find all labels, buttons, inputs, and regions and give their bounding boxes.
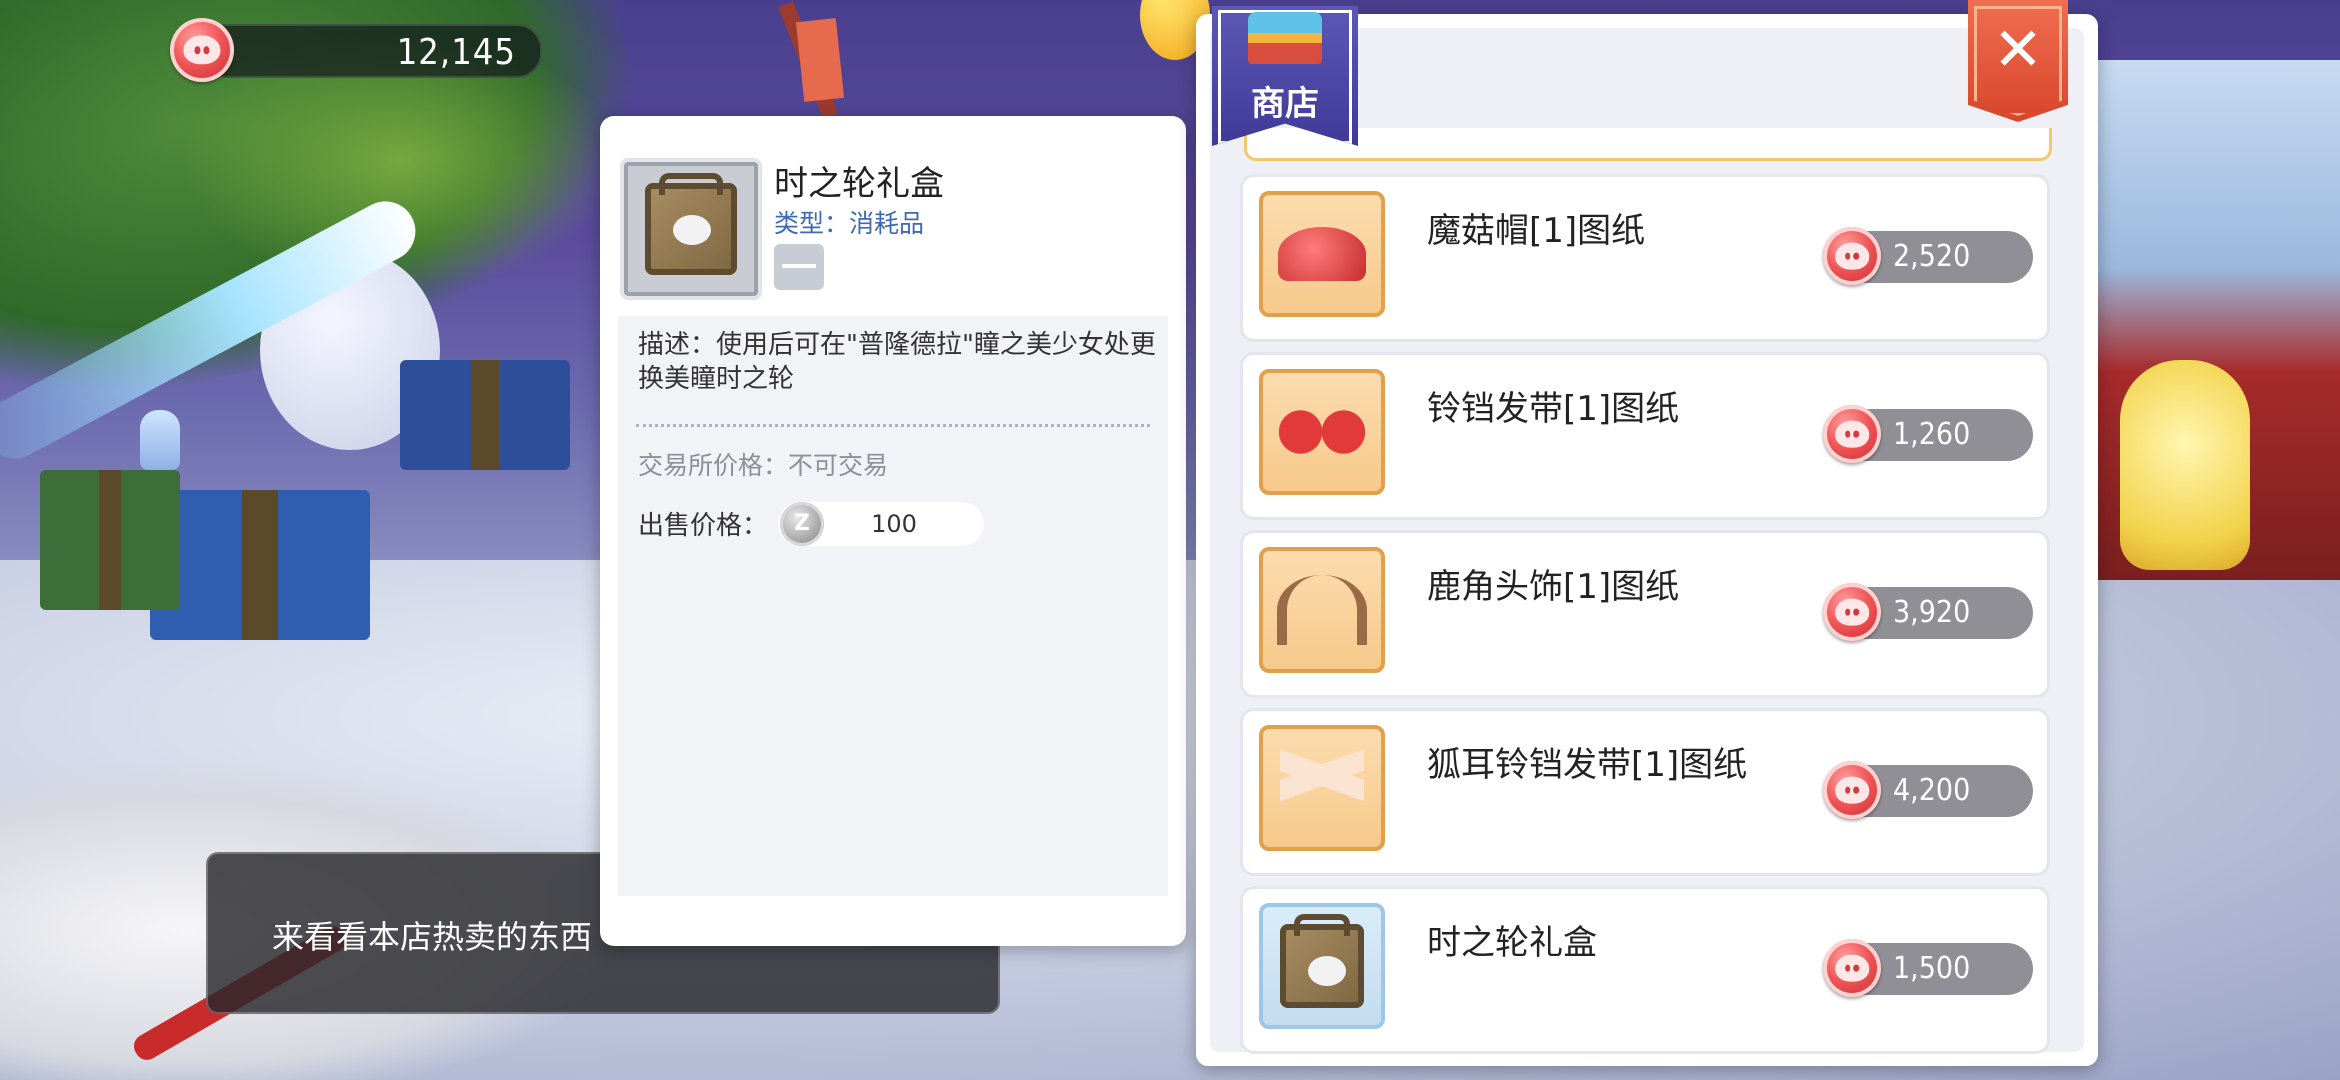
item-description: 描述：使用后可在"普隆德拉"瞳之美少女处更换美瞳时之轮 xyxy=(638,330,1156,394)
item-price: 1,500 xyxy=(1893,951,1971,986)
item-price: 1,260 xyxy=(1893,417,1971,452)
antler-headgear-blueprint-icon xyxy=(1277,575,1367,645)
sell-price-value: 100 xyxy=(871,510,917,538)
npc-character[interactable] xyxy=(140,410,180,470)
shop-stall-icon xyxy=(1248,12,1322,64)
item-detail-body: 描述：使用后可在"普隆德拉"瞳之美少女处更换美瞳时之轮 交易所价格：不可交易 出… xyxy=(618,316,1168,896)
item-name: 时之轮礼盒 xyxy=(1427,923,1597,963)
fox-ear-ribbon-blueprint-icon xyxy=(1280,743,1364,833)
item-name: 魔菇帽[1]图纸 xyxy=(1427,211,1646,251)
mushroom-hat-blueprint-icon xyxy=(1278,227,1366,281)
pig-coin-icon xyxy=(1823,761,1881,819)
pig-coin-icon xyxy=(1823,405,1881,463)
pig-coin-icon xyxy=(1823,583,1881,641)
golden-reindeer xyxy=(2120,360,2250,570)
pig-coin-icon xyxy=(1823,227,1881,285)
shop-item-row[interactable]: 狐耳铃铛发带[1]图纸 4,200 xyxy=(1240,708,2050,876)
item-name: 狐耳铃铛发带[1]图纸 xyxy=(1427,745,1748,785)
item-name: 时之轮礼盒 xyxy=(774,164,944,204)
currency-display: 12,145 xyxy=(170,18,542,82)
item-icon-frame xyxy=(1259,369,1385,495)
shop-list-top-edge xyxy=(1244,128,2052,161)
gift-box-icon xyxy=(1280,914,1364,1008)
gift-box-decoration xyxy=(150,490,370,640)
close-icon: ✕ xyxy=(1992,15,2044,85)
flag xyxy=(795,18,845,102)
currency-amount: 12,145 xyxy=(396,32,516,73)
shop-item-row[interactable]: 时之轮礼盒 1,500 xyxy=(1240,886,2050,1054)
dialogue-text: 来看看本店热卖的东西 xyxy=(272,918,593,956)
item-price: 4,200 xyxy=(1893,773,1971,808)
item-icon-frame xyxy=(1259,547,1385,673)
price-tag: 2,520 xyxy=(1823,227,2033,285)
divider xyxy=(636,424,1150,427)
item-type: 类型：消耗品 xyxy=(774,209,925,238)
item-name: 铃铛发带[1]图纸 xyxy=(1427,389,1680,429)
item-icon-frame xyxy=(620,158,762,300)
price-tag: 1,500 xyxy=(1823,939,2033,997)
gift-box-decoration xyxy=(40,470,180,610)
currency-bar: 12,145 xyxy=(200,24,542,78)
price-tag: 4,200 xyxy=(1823,761,2033,819)
bell-ribbon-blueprint-icon xyxy=(1279,402,1365,462)
item-icon-frame xyxy=(1259,903,1385,1029)
pig-coin-icon xyxy=(170,18,234,82)
shop-item-row[interactable]: 铃铛发带[1]图纸 1,260 xyxy=(1240,352,2050,520)
item-icon-frame xyxy=(1259,725,1385,851)
sell-price-bar: 100 xyxy=(778,502,984,546)
trade-price: 交易所价格：不可交易 xyxy=(638,451,889,480)
pig-coin-icon xyxy=(1823,939,1881,997)
close-button[interactable]: ✕ xyxy=(1968,0,2068,122)
item-icon-frame xyxy=(1259,191,1385,317)
item-name: 鹿角头饰[1]图纸 xyxy=(1427,567,1680,607)
item-detail-panel: 时之轮礼盒 类型：消耗品 描述：使用后可在"普隆德拉"瞳之美少女处更换美瞳时之轮… xyxy=(600,116,1186,946)
price-tag: 1,260 xyxy=(1823,405,2033,463)
price-tag: 3,920 xyxy=(1823,583,2033,641)
gift-box-decoration xyxy=(400,360,570,470)
shop-item-list[interactable]: 魔菇帽[1]图纸 2,520 铃铛发带[1]图纸 1,260 鹿角头饰[1]图纸… xyxy=(1240,174,2050,1064)
sell-price-label: 出售价格： xyxy=(638,511,769,541)
bag-icon xyxy=(774,244,824,290)
shop-title: 商店 xyxy=(1251,84,1319,124)
gift-box-icon xyxy=(645,173,737,275)
shop-item-row[interactable]: 鹿角头饰[1]图纸 3,920 xyxy=(1240,530,2050,698)
item-price: 3,920 xyxy=(1893,595,1971,630)
shop-item-row[interactable]: 魔菇帽[1]图纸 2,520 xyxy=(1240,174,2050,342)
shop-title-banner: 商店 xyxy=(1212,6,1358,156)
item-price: 2,520 xyxy=(1893,239,1971,274)
